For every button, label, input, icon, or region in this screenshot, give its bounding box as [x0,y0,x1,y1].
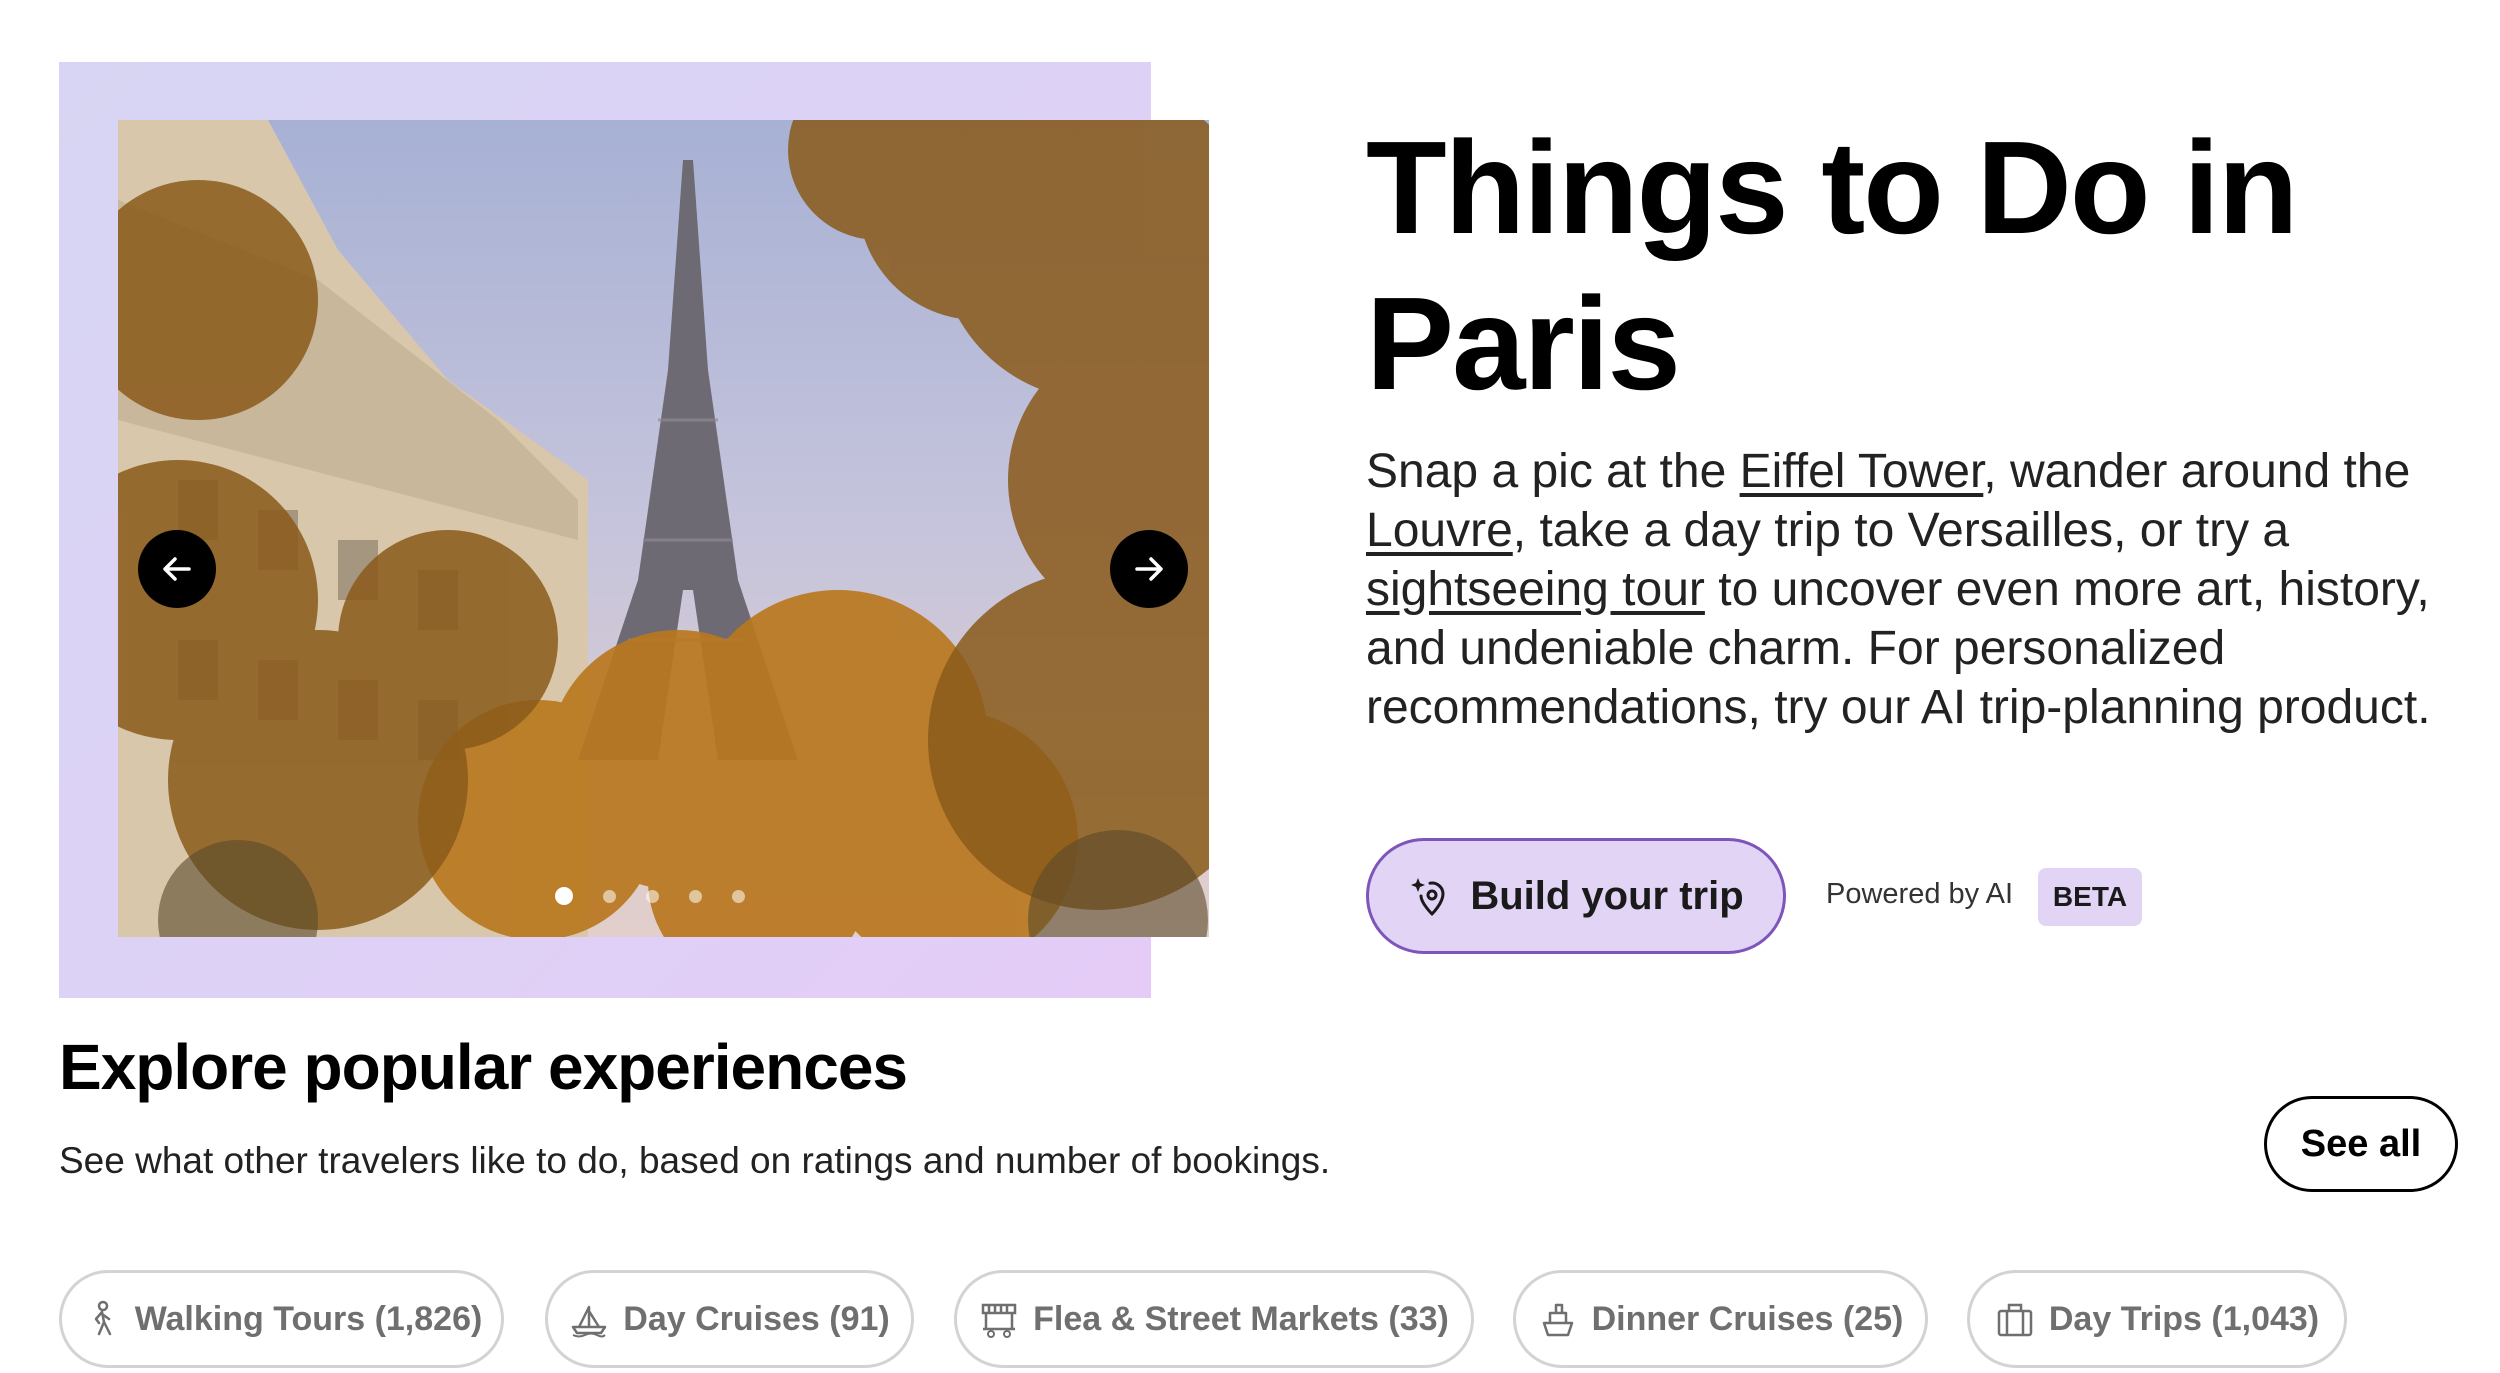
chip-label: Flea & Street Markets (33) [1033,1299,1449,1338]
explore-section-subtitle: See what other travelers like to do, bas… [59,1140,1331,1181]
beta-badge: BETA [2038,868,2142,926]
ai-location-sparkle-icon [1411,878,1445,916]
ship-icon [1542,1303,1573,1337]
eiffel-tower-photo [118,120,1209,937]
description-text: Snap a pic at the [1366,445,1740,498]
hero-description: Snap a pic at the Eiffel Tower, wander a… [1366,442,2476,737]
chip-label: Day Trips (1,043) [2048,1299,2320,1338]
see-all-button[interactable]: See all [2264,1096,2458,1192]
description-text: , wander around the [1983,445,2411,498]
sightseeing-tour-link[interactable]: sightseeing tour [1366,563,1705,616]
chip-label: Walking Tours (1,826) [134,1299,483,1338]
build-your-trip-button[interactable]: Build your trip [1366,838,1786,954]
chip-walking-tours[interactable]: Walking Tours (1,826) [59,1270,504,1368]
carousel-dot[interactable] [732,889,745,903]
chip-flea-street-markets[interactable]: Flea & Street Markets (33) [954,1270,1474,1368]
eiffel-tower-link[interactable]: Eiffel Tower [1740,445,1984,498]
chip-day-cruises[interactable]: Day Cruises (91) [545,1270,914,1368]
arrow-left-icon [163,557,191,581]
chip-dinner-cruises[interactable]: Dinner Cruises (25) [1513,1270,1928,1368]
carousel-pagination [555,887,745,905]
description-text: , take a day trip to Versailles, or try … [1512,504,2290,557]
louvre-link[interactable]: Louvre [1366,504,1513,557]
carousel-dot[interactable] [689,889,702,903]
market-stall-icon [981,1303,1017,1338]
boat-icon [572,1305,607,1338]
explore-section-title: Explore popular experiences [59,1031,908,1103]
page-title: Things to Do in Paris [1366,114,2298,417]
carousel-next-button[interactable] [1110,530,1188,608]
carousel-dot[interactable] [555,887,573,905]
arrow-right-icon [1135,557,1163,581]
hero-carousel-image[interactable] [118,120,1209,937]
walking-person-icon [94,1300,111,1336]
powered-by-ai-label: Powered by AI [1826,878,2013,910]
carousel-prev-button[interactable] [138,530,216,608]
chip-label: Day Cruises (91) [623,1299,890,1338]
suitcase-icon [1997,1303,2033,1337]
carousel-dot[interactable] [603,889,616,903]
chip-day-trips[interactable]: Day Trips (1,043) [1967,1270,2347,1368]
carousel-dot[interactable] [646,889,659,903]
build-your-trip-label: Build your trip [1470,873,1744,918]
chip-label: Dinner Cruises (25) [1591,1299,1904,1338]
